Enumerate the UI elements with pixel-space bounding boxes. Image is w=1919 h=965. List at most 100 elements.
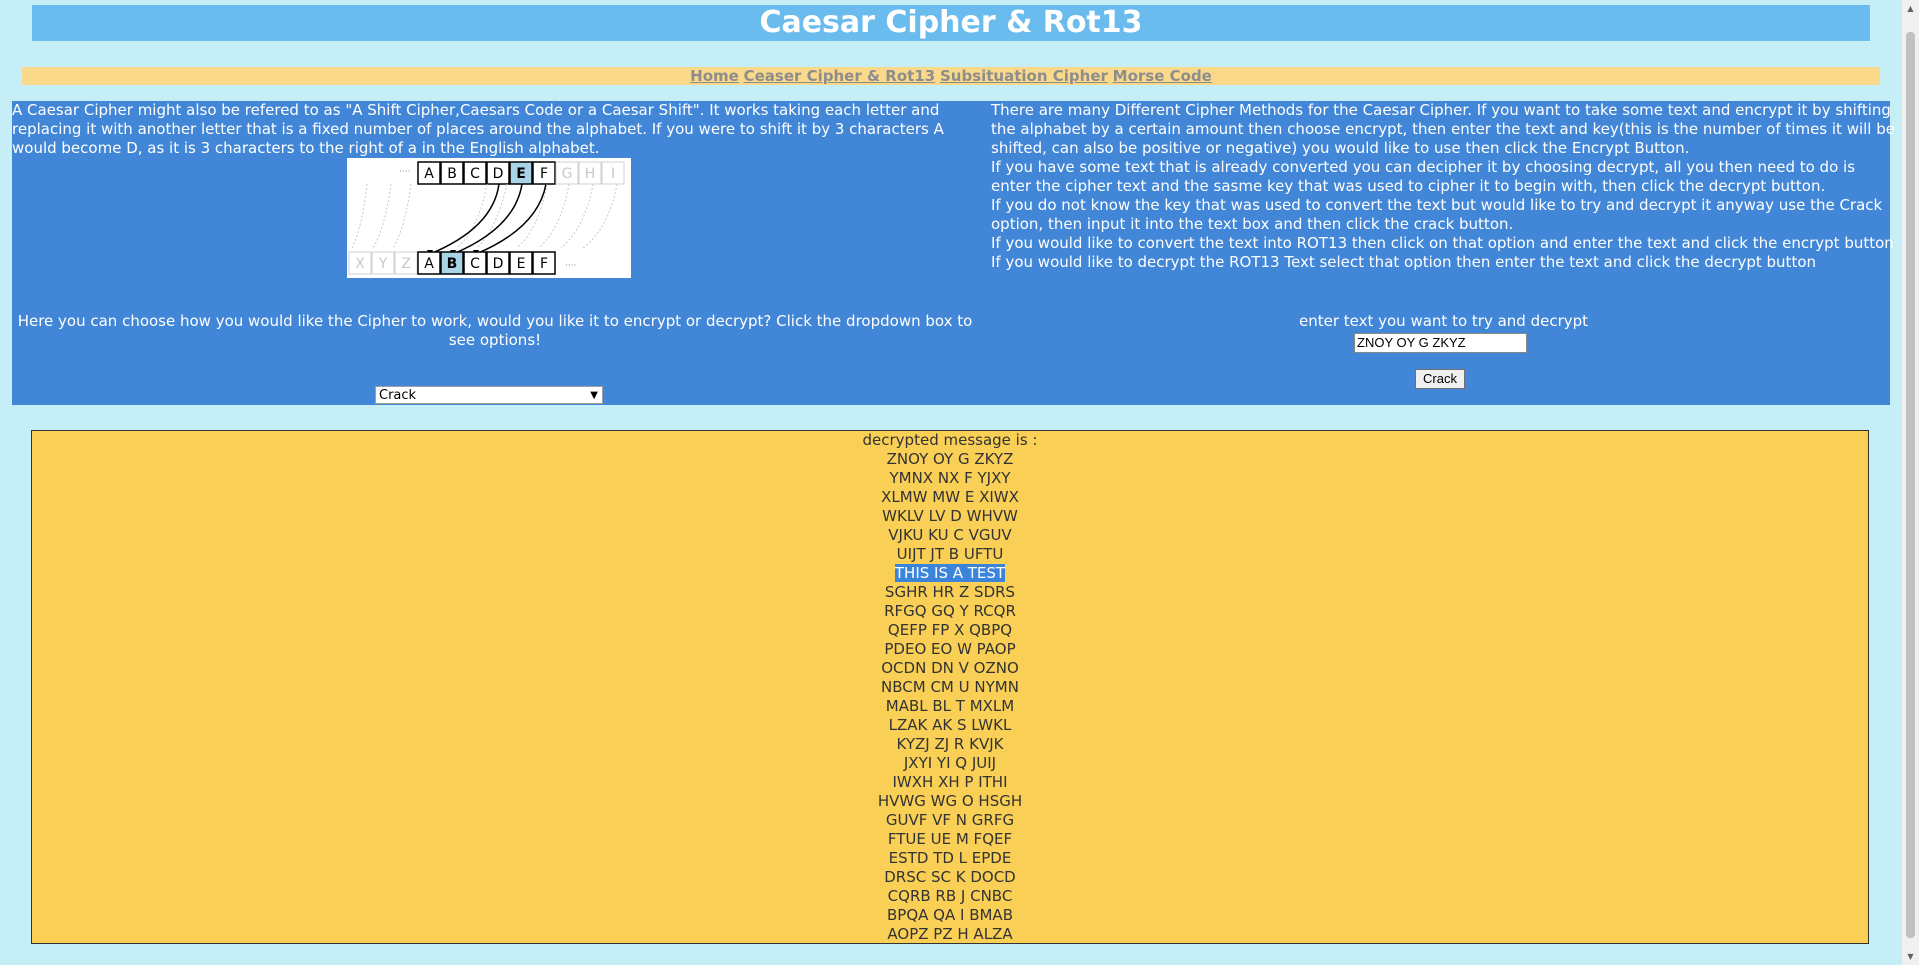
result-line-text: WKLV LV D WHVW <box>882 507 1018 525</box>
result-line-text: ESTD TD L EPDE <box>888 849 1012 867</box>
result-line: UIJT JT B UFTU <box>32 545 1868 564</box>
letter-glyph: E <box>516 166 526 182</box>
result-line: AOPZ PZ H ALZA <box>32 925 1868 944</box>
letter-glyph: F <box>540 256 548 272</box>
letter-glyph: G <box>562 166 573 182</box>
letter-glyph: Z <box>401 256 411 272</box>
letter-glyph: E <box>517 256 526 272</box>
bottom-faded-letters: XYZ <box>348 251 418 275</box>
result-line-text: XLMW MW E XIWX <box>881 488 1019 506</box>
result-line: RFGQ GQ Y RCQR <box>32 602 1868 621</box>
result-line: HVWG WG O HSGH <box>32 792 1868 811</box>
result-line-text: UIJT JT B UFTU <box>896 545 1004 563</box>
page-title: Caesar Cipher & Rot13 <box>759 5 1143 40</box>
result-line-text: GUVF VF N GRFG <box>885 811 1015 829</box>
letter-glyph: C <box>470 256 480 272</box>
result-line-text: AOPZ PZ H ALZA <box>887 925 1013 943</box>
result-line: PDEO EO W PAOP <box>32 640 1868 659</box>
letter-glyph: B <box>447 166 457 182</box>
bottom-alphabet-row: ABCDEF <box>417 251 556 275</box>
result-line: FTUE UE M FQEF <box>32 830 1868 849</box>
caesar-shift-diagram: ···· ABCDEF GHI X Y Z A B C D E F ···· <box>347 158 631 278</box>
result-line-text: OCDN DN V OZNO <box>881 659 1019 677</box>
result-line-text: YMNX NX F YJXY <box>889 469 1011 487</box>
result-box: decrypted message is : ZNOY OY G ZKYZ YMN… <box>31 430 1869 944</box>
result-line-text: RFGQ GQ Y RCQR <box>884 602 1016 620</box>
vertical-scrollbar[interactable]: ▲ ▼ <box>1902 0 1919 965</box>
input-label: enter text you want to try and decrypt <box>1298 312 1589 330</box>
nav-bar: Home Ceaser Cipher & Rot13 Subsituation … <box>22 67 1880 85</box>
help-paragraph-2: If you have some text that is already co… <box>991 158 1856 195</box>
letter-glyph: H <box>585 166 596 182</box>
result-line: LZAK AK S LWKL <box>32 716 1868 735</box>
help-paragraph-5: If you would like to decrypt the ROT13 T… <box>991 253 1817 271</box>
result-line-text: QEFP FP X QBPQ <box>887 621 1013 639</box>
result-line: JXYI YI Q JUIJ <box>32 754 1868 773</box>
result-line: KYZJ ZJ R KVJK <box>32 735 1868 754</box>
result-line: YMNX NX F YJXY <box>32 469 1868 488</box>
mode-select-value: Crack <box>379 388 417 403</box>
result-line-text: LZAK AK S LWKL <box>888 716 1012 734</box>
letter-glyph: A <box>424 166 434 182</box>
letter-glyph: D <box>493 256 504 272</box>
shift-arrows <box>429 183 547 255</box>
result-line-text: IWXH XH P ITHI <box>892 773 1008 791</box>
result-line-text: DRSC SC K DOCD <box>884 868 1016 886</box>
result-line-text: CQRB RB J CNBC <box>887 887 1013 905</box>
help-paragraph-4: If you would like to convert the text in… <box>991 234 1894 252</box>
result-line: ZNOY OY G ZKYZ <box>32 450 1868 469</box>
letter-glyph: A <box>424 256 434 272</box>
letter-glyph: F <box>540 166 548 182</box>
result-line: QEFP FP X QBPQ <box>32 621 1868 640</box>
result-line: MABL BL T MXLM <box>32 697 1868 716</box>
help-paragraph-3: If you do not know the key that was used… <box>991 196 1883 233</box>
result-line: XLMW MW E XIWX <box>32 488 1868 507</box>
letter-glyph: C <box>470 166 480 182</box>
letter-glyph: D <box>493 166 504 182</box>
nav-link-morse[interactable]: Morse Code <box>1113 67 1212 85</box>
result-line-text: BPQA QA I BMAB <box>887 906 1013 924</box>
result-line-text: PDEO EO W PAOP <box>884 640 1016 658</box>
nav-link-home[interactable]: Home <box>690 67 739 85</box>
left-column: A Caesar Cipher might also be refered to… <box>12 101 978 158</box>
crack-button[interactable]: Crack <box>1415 369 1465 389</box>
letter-glyph: X <box>355 256 365 272</box>
result-line-text: ZNOY OY G ZKYZ <box>886 450 1014 468</box>
scroll-up-icon[interactable]: ▲ <box>1902 0 1919 17</box>
cipher-panel: A Caesar Cipher might also be refered to… <box>12 101 1895 405</box>
top-faded-letters: GHI <box>555 161 625 185</box>
result-line: WKLV LV D WHVW <box>32 507 1868 526</box>
mode-select[interactable]: Crack ▼ <box>375 386 603 404</box>
result-line: THIS IS A TEST <box>32 564 1868 583</box>
result-line: OCDN DN V OZNO <box>32 659 1868 678</box>
page: Caesar Cipher & Rot13 Home Ceaser Cipher… <box>0 0 1902 965</box>
header-bar: Caesar Cipher & Rot13 <box>32 5 1870 41</box>
result-line: GUVF VF N GRFG <box>32 811 1868 830</box>
result-line-text: JXYI YI Q JUIJ <box>903 754 997 772</box>
cipher-text-input[interactable]: ZNOY OY G ZKYZ <box>1354 333 1527 353</box>
result-line-text: KYZJ ZJ R KVJK <box>896 735 1004 753</box>
result-line: SGHR HR Z SDRS <box>32 583 1868 602</box>
scroll-down-icon[interactable]: ▼ <box>1902 948 1919 965</box>
letter-glyph: Y <box>378 256 388 272</box>
result-line-text: THIS IS A TEST <box>894 564 1006 582</box>
result-line: IWXH XH P ITHI <box>32 773 1868 792</box>
result-line-text: MABL BL T MXLM <box>885 697 1015 715</box>
result-line: CQRB RB J CNBC <box>32 887 1868 906</box>
help-paragraph-1: There are many Different Cipher Methods … <box>991 101 1895 157</box>
shift-diagram-svg: ···· ABCDEF GHI X Y Z A B C D E F ···· <box>348 161 625 275</box>
result-line: DRSC SC K DOCD <box>32 868 1868 887</box>
scroll-thumb[interactable] <box>1906 32 1915 938</box>
nav-link-caesar-rot13[interactable]: Ceaser Cipher & Rot13 <box>744 67 936 85</box>
result-line-text: FTUE UE M FQEF <box>887 830 1013 848</box>
dropdown-arrow-icon: ▼ <box>590 390 598 401</box>
result-line-text: SGHR HR Z SDRS <box>884 583 1016 601</box>
mode-instructions: Here you can choose how you would like t… <box>17 312 973 349</box>
result-line-text: HVWG WG O HSGH <box>877 792 1023 810</box>
svg-text:····: ···· <box>399 167 410 177</box>
right-column: There are many Different Cipher Methods … <box>991 101 1896 272</box>
nav-link-substitution[interactable]: Subsituation Cipher <box>940 67 1108 85</box>
intro-text: A Caesar Cipher might also be refered to… <box>12 101 944 157</box>
result-line: ESTD TD L EPDE <box>32 849 1868 868</box>
result-line: VJKU KU C VGUV <box>32 526 1868 545</box>
